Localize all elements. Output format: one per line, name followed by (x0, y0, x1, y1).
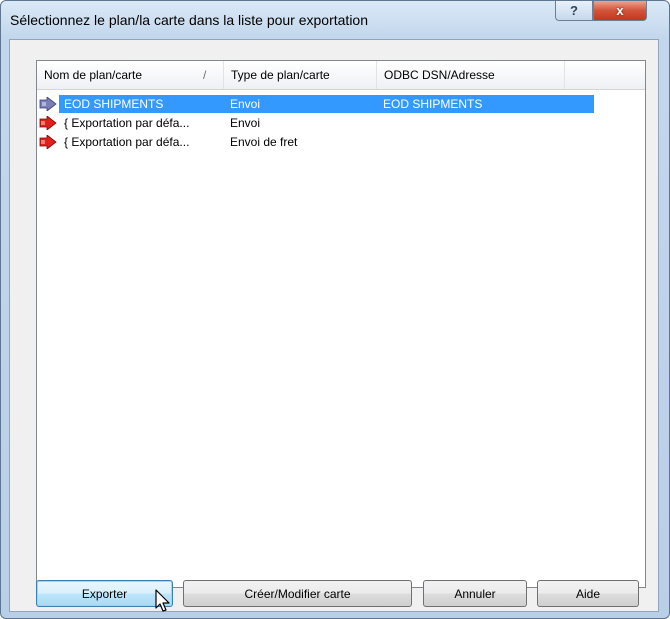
close-button[interactable]: x (593, 1, 647, 21)
list-item[interactable]: { Exportation par défa... Envoi de fret (37, 133, 597, 151)
question-mark-icon: ? (570, 3, 578, 18)
map-export-icon (39, 135, 57, 149)
title-bar[interactable]: Sélectionnez le plan/la carte dans la li… (1, 1, 669, 39)
list-item[interactable]: EOD SHIPMENTS Envoi EOD SHIPMENTS (37, 95, 597, 113)
dialog-title: Sélectionnez le plan/la carte dans la li… (10, 12, 368, 28)
column-header-filler (565, 61, 645, 89)
export-button[interactable]: Exporter (36, 580, 173, 607)
close-icon: x (616, 3, 624, 18)
dialog-client-area: Nom de plan/carte / Type de plan/carte O… (9, 39, 659, 612)
map-list[interactable]: Nom de plan/carte / Type de plan/carte O… (36, 60, 646, 588)
map-export-icon (39, 116, 57, 130)
export-map-dialog: Sélectionnez le plan/la carte dans la li… (0, 0, 670, 619)
create-modify-map-button[interactable]: Créer/Modifier carte (183, 580, 412, 607)
mouse-pointer-icon (155, 589, 170, 612)
list-item[interactable]: { Exportation par défa... Envoi (37, 114, 597, 132)
list-header: Nom de plan/carte / Type de plan/carte O… (37, 61, 645, 90)
cancel-button[interactable]: Annuler (423, 580, 527, 607)
column-header-type[interactable]: Type de plan/carte (224, 61, 377, 89)
help-button[interactable]: Aide (537, 580, 639, 607)
sort-indicator-icon: / (203, 68, 207, 82)
map-export-icon (39, 97, 57, 111)
help-titlebar-button[interactable]: ? (555, 1, 593, 21)
column-header-dsn[interactable]: ODBC DSN/Adresse (377, 61, 565, 89)
column-header-name[interactable]: Nom de plan/carte / (37, 61, 224, 89)
